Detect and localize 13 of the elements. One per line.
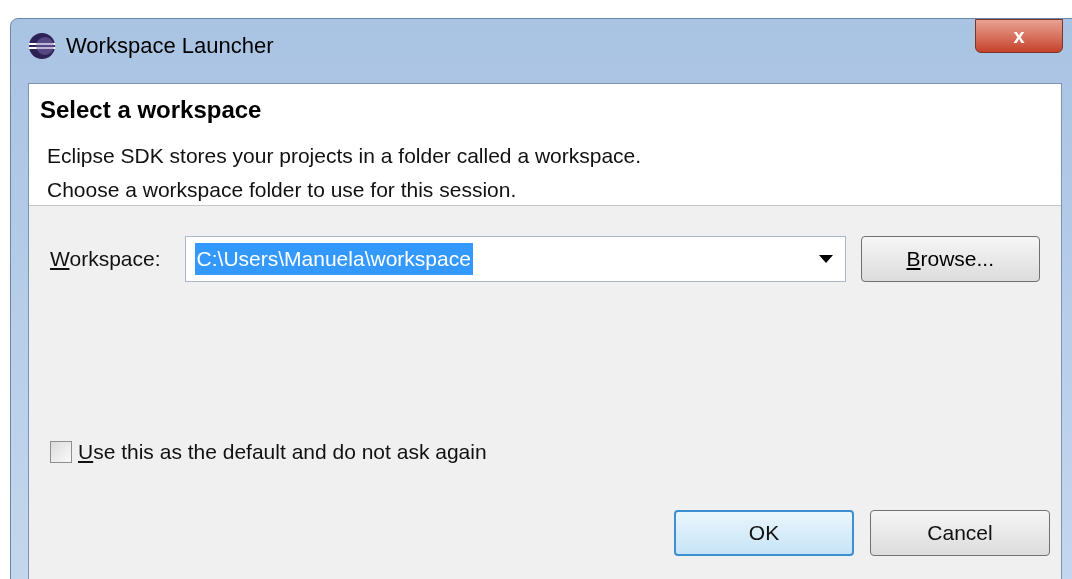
browse-button[interactable]: Browse... [860, 236, 1040, 282]
header-title: Select a workspace [40, 95, 263, 125]
dropdown-arrow-icon[interactable] [818, 255, 833, 263]
window-title: Workspace Launcher [66, 32, 274, 60]
default-checkbox[interactable] [50, 440, 72, 463]
workspace-path-text: C:\Users\Manuela\workspace [194, 243, 473, 275]
dialog-button[interactable]: Cancel [870, 509, 1050, 556]
description-text: Choose a workspace folder to use for this session. [47, 176, 518, 203]
workspace-label: Workspace: [50, 246, 162, 273]
checkbox-label[interactable]: Use this as the default and do not ask again [78, 436, 487, 468]
description-text: Eclipse SDK stores your projects in a folder called a workspace. [47, 143, 643, 169]
dialog-button[interactable]: OK [674, 509, 854, 556]
eclipse-logo-icon [28, 31, 56, 60]
